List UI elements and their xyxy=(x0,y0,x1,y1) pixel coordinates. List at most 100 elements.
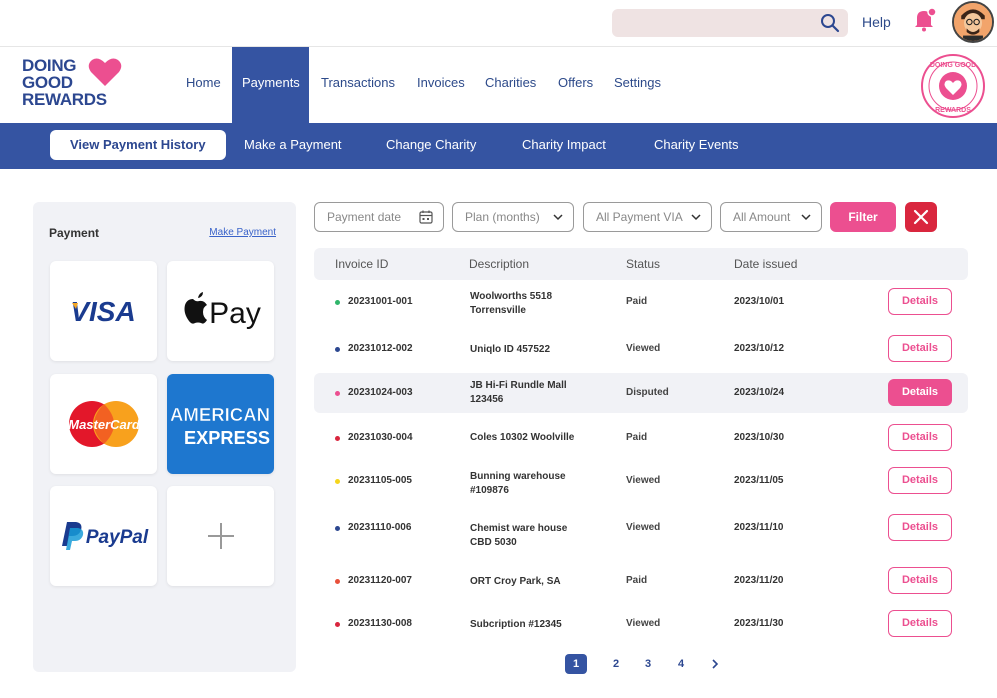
table-row: 20231105-005 Bunning warehouse #109876 V… xyxy=(314,461,968,501)
table-row: 20231110-006 Chemist ware house CBD 5030… xyxy=(314,508,968,548)
chevron-right-icon[interactable] xyxy=(709,658,721,670)
details-button[interactable]: Details xyxy=(888,610,952,637)
nav-payments[interactable]: Payments xyxy=(232,47,309,124)
table-row: 20231030-004 Coles 10302 Woolville Paid … xyxy=(314,418,968,458)
description-line-1: Subcription #12345 xyxy=(470,619,562,630)
payment-via-label: All Payment VIA xyxy=(596,210,683,224)
chevron-down-icon xyxy=(553,214,563,221)
nav-invoices[interactable]: Invoices xyxy=(407,47,475,124)
table-row: 20231001-001 Woolworths 5518 Torrensvill… xyxy=(314,282,968,322)
payment-date-filter[interactable]: Payment date xyxy=(314,202,444,232)
description-line-2: #109876 xyxy=(470,485,509,496)
status-dot xyxy=(335,391,340,396)
status-dot xyxy=(335,479,340,484)
table-row: 20231024-003 JB Hi-Fi Rundle Mall 123456… xyxy=(314,373,968,413)
status-dot xyxy=(335,300,340,305)
filter-button[interactable]: Filter xyxy=(830,202,896,232)
page-4-button[interactable]: 4 xyxy=(670,654,692,674)
bell-icon[interactable] xyxy=(912,6,938,32)
card-mastercard[interactable]: MasterCard xyxy=(50,374,157,474)
panel-title: Payment xyxy=(49,226,100,240)
page-2-button[interactable]: 2 xyxy=(605,654,627,674)
calendar-icon xyxy=(419,210,433,224)
logo-line-2: GOOD xyxy=(22,73,73,92)
tab-charity-events[interactable]: Charity Events xyxy=(634,130,759,160)
payment-via-dropdown[interactable]: All Payment VIA xyxy=(583,202,712,232)
tab-make-a-payment[interactable]: Make a Payment xyxy=(224,130,362,160)
date-issued: 2023/11/30 xyxy=(734,618,784,629)
amount-dropdown[interactable]: All Amount xyxy=(720,202,822,232)
mastercard-logo-icon: MasterCard xyxy=(68,401,141,447)
description-line-1: JB Hi-Fi Rundle Mall xyxy=(470,380,567,391)
brand-logo[interactable]: DOING GOOD REWARDS xyxy=(22,57,142,113)
clear-filters-button[interactable] xyxy=(905,202,937,232)
logo-line-3: REWARDS xyxy=(22,90,107,109)
tab-view-payment-history[interactable]: View Payment History xyxy=(50,130,226,160)
status: Disputed xyxy=(626,387,669,398)
tab-change-charity[interactable]: Change Charity xyxy=(366,130,496,160)
invoice-id: 20231120-007 xyxy=(348,575,412,586)
add-payment-method-button[interactable] xyxy=(167,486,274,586)
details-button[interactable]: Details xyxy=(888,424,952,451)
card-american-express[interactable]: AMERICAN EXPRESS xyxy=(167,374,274,474)
table-row: 20231130-008 Subcription #12345 Viewed 2… xyxy=(314,604,968,644)
card-paypal[interactable]: PayPal xyxy=(50,486,157,586)
payment-date-label: Payment date xyxy=(327,210,402,224)
status: Viewed xyxy=(626,522,661,533)
description-line-2: CBD 5030 xyxy=(470,537,517,548)
header-invoice-id: Invoice ID xyxy=(335,257,389,271)
invoice-id: 20231001-001 xyxy=(348,296,413,307)
payment-methods-panel: Payment Make Payment VISA Pay MasterCard… xyxy=(33,202,296,672)
date-issued: 2023/10/01 xyxy=(734,296,785,307)
header-date-issued: Date issued xyxy=(734,257,798,271)
nav-charities[interactable]: Charities xyxy=(475,47,546,124)
plan-months-dropdown[interactable]: Plan (months) xyxy=(452,202,574,232)
invoice-id: 20231130-008 xyxy=(348,618,412,629)
details-button[interactable]: Details xyxy=(888,288,952,315)
nav-settings[interactable]: Settings xyxy=(604,47,671,124)
page-3-button[interactable]: 3 xyxy=(637,654,659,674)
doing-good-badge-logo: DOING GOOD REWARDS xyxy=(921,54,985,118)
details-button[interactable]: Details xyxy=(888,567,952,594)
description-line-1: Bunning warehouse xyxy=(470,471,566,482)
date-issued: 2023/11/10 xyxy=(734,522,784,533)
logo-line-1: DOING xyxy=(22,56,77,75)
table-row: 20231012-002 Uniqlo ID 457522 Viewed 202… xyxy=(314,329,968,369)
search-icon[interactable] xyxy=(820,13,840,33)
card-apple-pay[interactable]: Pay xyxy=(167,261,274,361)
date-issued: 2023/10/24 xyxy=(734,387,785,398)
nav-home[interactable]: Home xyxy=(176,47,231,124)
details-button[interactable]: Details xyxy=(888,379,952,406)
amex-line-2: EXPRESS xyxy=(184,428,270,448)
date-issued: 2023/11/20 xyxy=(734,575,784,586)
nav-transactions[interactable]: Transactions xyxy=(311,47,405,124)
search-input[interactable] xyxy=(612,9,848,37)
details-button[interactable]: Details xyxy=(888,514,952,541)
visa-text: VISA xyxy=(70,296,135,327)
header-description: Description xyxy=(469,257,530,271)
avatar[interactable] xyxy=(952,1,994,43)
table-header: Invoice ID Description Status Date issue… xyxy=(314,248,968,280)
status: Viewed xyxy=(626,343,661,354)
details-button[interactable]: Details xyxy=(888,467,952,494)
mastercard-text: MasterCard xyxy=(68,417,141,432)
tab-charity-impact[interactable]: Charity Impact xyxy=(502,130,626,160)
status-dot xyxy=(335,347,340,352)
status: Paid xyxy=(626,432,648,443)
add-icon xyxy=(208,523,234,549)
help-link[interactable]: Help xyxy=(862,14,891,30)
status: Viewed xyxy=(626,475,661,486)
make-payment-link[interactable]: Make Payment xyxy=(209,227,276,238)
main-nav: DOING GOOD REWARDS Home Payments Transac… xyxy=(0,46,997,124)
nav-offers[interactable]: Offers xyxy=(548,47,603,124)
description-line-1: ORT Croy Park, SA xyxy=(470,576,561,587)
visa-logo-icon: VISA xyxy=(70,296,135,327)
page-1-button[interactable]: 1 xyxy=(565,654,587,674)
plan-months-label: Plan (months) xyxy=(465,210,540,224)
chevron-down-icon xyxy=(691,214,701,221)
details-button[interactable]: Details xyxy=(888,335,952,362)
date-issued: 2023/10/12 xyxy=(734,343,785,354)
badge-top-text: DOING GOOD xyxy=(930,62,976,69)
sub-nav: View Payment History Make a Payment Chan… xyxy=(0,123,997,169)
card-visa[interactable]: VISA xyxy=(50,261,157,361)
